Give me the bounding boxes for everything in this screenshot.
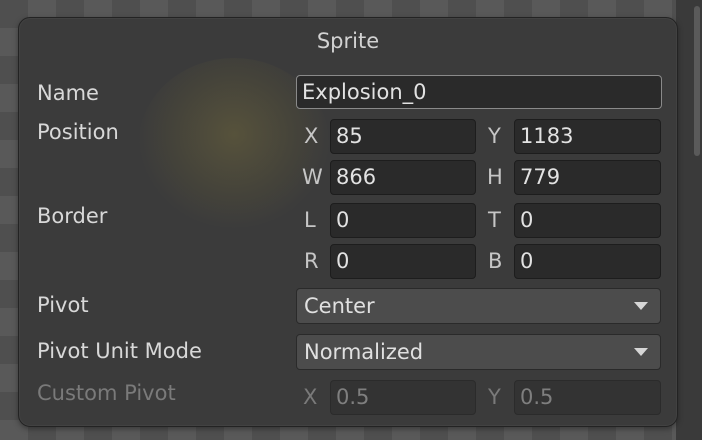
border-r-label: R	[304, 249, 319, 273]
position-y-field[interactable]: 1183	[514, 119, 661, 154]
pivot-dropdown-value: Center	[304, 294, 375, 318]
scrollbar-thumb[interactable]	[694, 6, 700, 156]
pivot-unit-mode-dropdown-value: Normalized	[304, 340, 424, 364]
border-b-label: B	[488, 249, 503, 273]
scrollbar[interactable]	[676, 0, 702, 440]
sprite-editor-panel: Sprite Name Explosion_0 Position X 85 Y …	[18, 17, 678, 427]
panel-title: Sprite	[316, 29, 380, 53]
position-y-label: Y	[488, 124, 501, 148]
position-w-field[interactable]: 866	[330, 160, 476, 195]
custom-pivot-y-label: Y	[488, 385, 501, 409]
border-r-field[interactable]: 0	[330, 244, 476, 279]
custom-pivot-label: Custom Pivot	[37, 381, 176, 405]
position-label: Position	[37, 120, 119, 144]
border-label: Border	[37, 204, 108, 228]
position-x-field[interactable]: 85	[330, 119, 476, 154]
border-t-label: T	[488, 208, 501, 232]
position-h-field[interactable]: 779	[514, 160, 661, 195]
border-b-field[interactable]: 0	[514, 244, 661, 279]
pivot-unit-mode-label: Pivot Unit Mode	[37, 339, 202, 363]
custom-pivot-y-field: 0.5	[514, 380, 661, 415]
custom-pivot-x-field: 0.5	[330, 380, 476, 415]
chevron-down-icon	[634, 302, 648, 310]
border-l-field[interactable]: 0	[330, 203, 476, 238]
name-field[interactable]: Explosion_0	[296, 75, 662, 109]
pivot-label: Pivot	[37, 293, 89, 317]
position-h-label: H	[487, 165, 503, 189]
border-l-label: L	[304, 208, 316, 232]
chevron-down-icon	[634, 348, 648, 356]
position-x-label: X	[304, 124, 319, 148]
custom-pivot-x-label: X	[303, 385, 318, 409]
pivot-unit-mode-dropdown[interactable]: Normalized	[296, 334, 661, 370]
position-w-label: W	[302, 165, 323, 189]
border-t-field[interactable]: 0	[514, 203, 661, 238]
pivot-dropdown[interactable]: Center	[296, 288, 661, 324]
name-label: Name	[37, 81, 99, 105]
